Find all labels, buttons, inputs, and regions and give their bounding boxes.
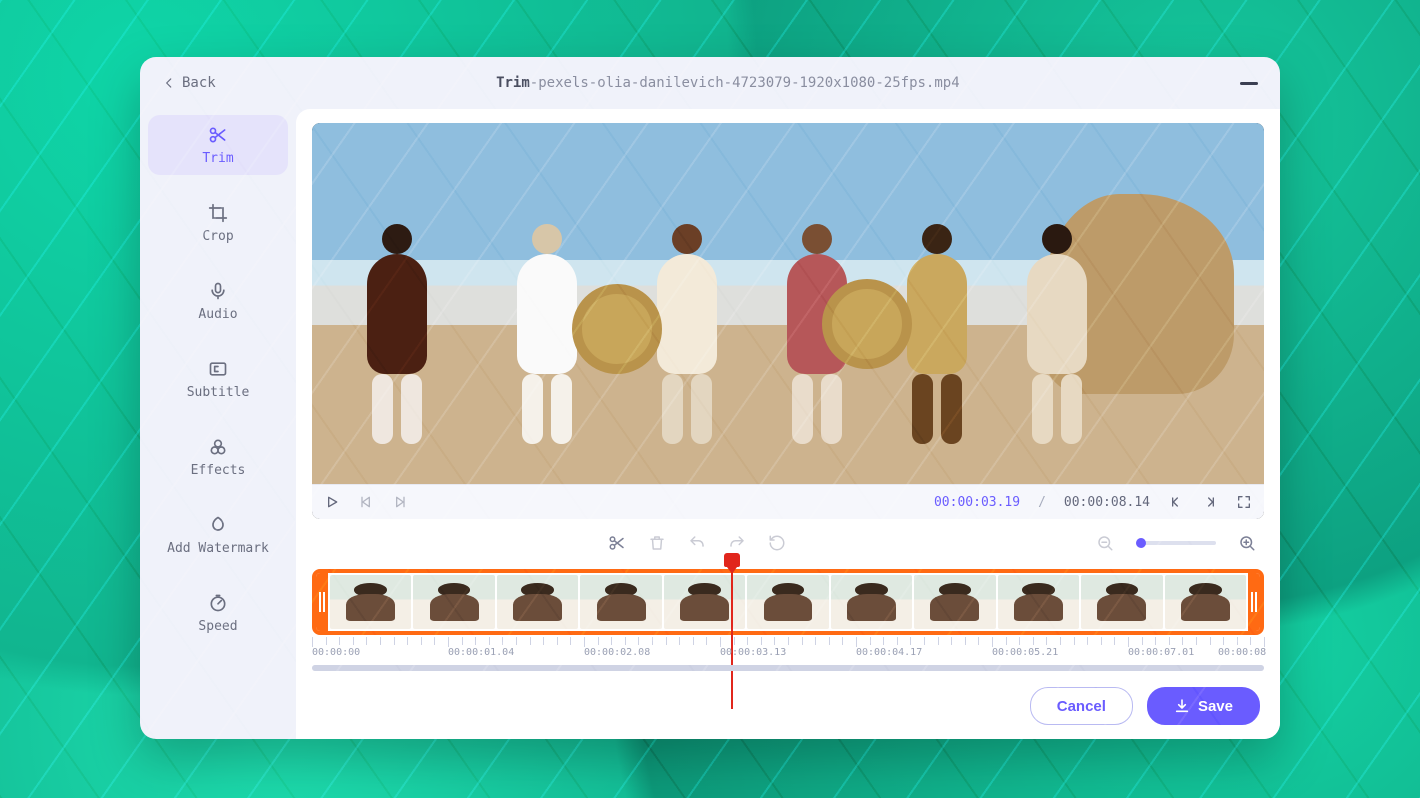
sidebar: Trim Crop Audio Subtitle Effects Add Wat… [140,109,296,739]
next-frame-button[interactable] [392,494,408,510]
sidebar-item-label: Trim [202,151,233,166]
cancel-button[interactable]: Cancel [1030,687,1133,725]
minimize-button[interactable] [1240,82,1258,85]
timeline-thumbnail [914,575,995,629]
timeline-thumbnail [831,575,912,629]
time-ruler: 00:00:00 00:00:01.04 00:00:02.08 00:00:03.1… [312,637,1264,663]
ruler-label: 00:00:05.21 [992,647,1058,658]
timeline-thumbnail [1165,575,1246,629]
timeline-thumbnail [1081,575,1162,629]
app-window: Back Trim-pexels-olia-danilevich-4723079… [140,57,1280,739]
back-label: Back [182,75,216,91]
timeline-thumbnail [413,575,494,629]
cancel-label: Cancel [1057,698,1106,715]
chevron-left-icon [162,76,176,90]
title-bar: Back Trim-pexels-olia-danilevich-4723079… [140,57,1280,109]
ruler-label: 00:00:07.01 [1128,647,1194,658]
ruler-label: 00:00:08 [1218,647,1266,658]
sidebar-item-label: Speed [198,619,237,634]
subtitle-icon [208,359,228,379]
sidebar-item-label: Effects [191,463,246,478]
timeline-thumbnail [664,575,745,629]
sidebar-item-label: Audio [198,307,237,322]
current-time: 00:00:03.19 [934,495,1020,510]
sidebar-item-label: Crop [202,229,233,244]
ruler-label: 00:00:03.13 [720,647,786,658]
back-button[interactable]: Back [162,75,216,91]
zoom-slider[interactable] [1136,541,1216,545]
sidebar-item-audio[interactable]: Audio [148,271,288,331]
thumbnail-row[interactable] [328,573,1248,631]
zoom-out-button[interactable] [1096,534,1114,552]
video-preview[interactable] [312,123,1264,484]
timeline: 00:00:00 00:00:01.04 00:00:02.08 00:00:03.1… [312,569,1264,671]
ruler-label: 00:00:04.17 [856,647,922,658]
trim-handle-left[interactable] [316,573,328,631]
timeline-scrollbar[interactable] [312,665,1264,671]
scissors-icon [208,125,228,145]
step-back-button[interactable] [1168,494,1184,510]
sidebar-item-trim[interactable]: Trim [148,115,288,175]
download-icon [1174,698,1190,714]
total-time: 00:00:08.14 [1064,495,1150,510]
watermark-icon [208,515,228,535]
main-panel: 00:00:03.19 / 00:00:08.14 [296,109,1280,739]
speed-icon [208,593,228,613]
undo-button[interactable] [688,534,706,552]
window-title-prefix: Trim [496,75,530,91]
time-separator: / [1038,495,1046,510]
window-title: Trim-pexels-olia-danilevich-4723079-1920… [496,75,960,91]
ruler-label: 00:00:01.04 [448,647,514,658]
player-controls: 00:00:03.19 / 00:00:08.14 [312,484,1264,519]
save-button[interactable]: Save [1147,687,1260,725]
timeline-thumbnail [330,575,411,629]
mic-icon [208,281,228,301]
trim-strip[interactable] [312,569,1264,635]
delete-button[interactable] [648,534,666,552]
sidebar-item-subtitle[interactable]: Subtitle [148,349,288,409]
sidebar-item-label: Subtitle [187,385,250,400]
sidebar-item-crop[interactable]: Crop [148,193,288,253]
ruler-label: 00:00:02.08 [584,647,650,658]
timeline-toolbar [312,529,1264,557]
effects-icon [208,437,228,457]
sidebar-item-label: Add Watermark [167,541,269,556]
timeline-thumbnail [998,575,1079,629]
play-button[interactable] [324,494,340,510]
fullscreen-button[interactable] [1236,494,1252,510]
prev-frame-button[interactable] [358,494,374,510]
ruler-label: 00:00:00 [312,647,360,658]
timeline-thumbnail [497,575,578,629]
zoom-in-button[interactable] [1238,534,1256,552]
sidebar-item-effects[interactable]: Effects [148,427,288,487]
timeline-thumbnail [580,575,661,629]
timeline-thumbnail [747,575,828,629]
save-label: Save [1198,698,1233,715]
sidebar-item-watermark[interactable]: Add Watermark [148,505,288,565]
preview-container: 00:00:03.19 / 00:00:08.14 [312,123,1264,519]
footer-actions: Cancel Save [312,681,1264,725]
redo-button[interactable] [728,534,746,552]
step-forward-button[interactable] [1202,494,1218,510]
crop-icon [208,203,228,223]
sidebar-item-speed[interactable]: Speed [148,583,288,643]
trim-handle-right[interactable] [1248,573,1260,631]
reset-button[interactable] [768,534,786,552]
split-button[interactable] [608,534,626,552]
window-title-filename: -pexels-olia-danilevich-4723079-1920x108… [530,75,960,91]
